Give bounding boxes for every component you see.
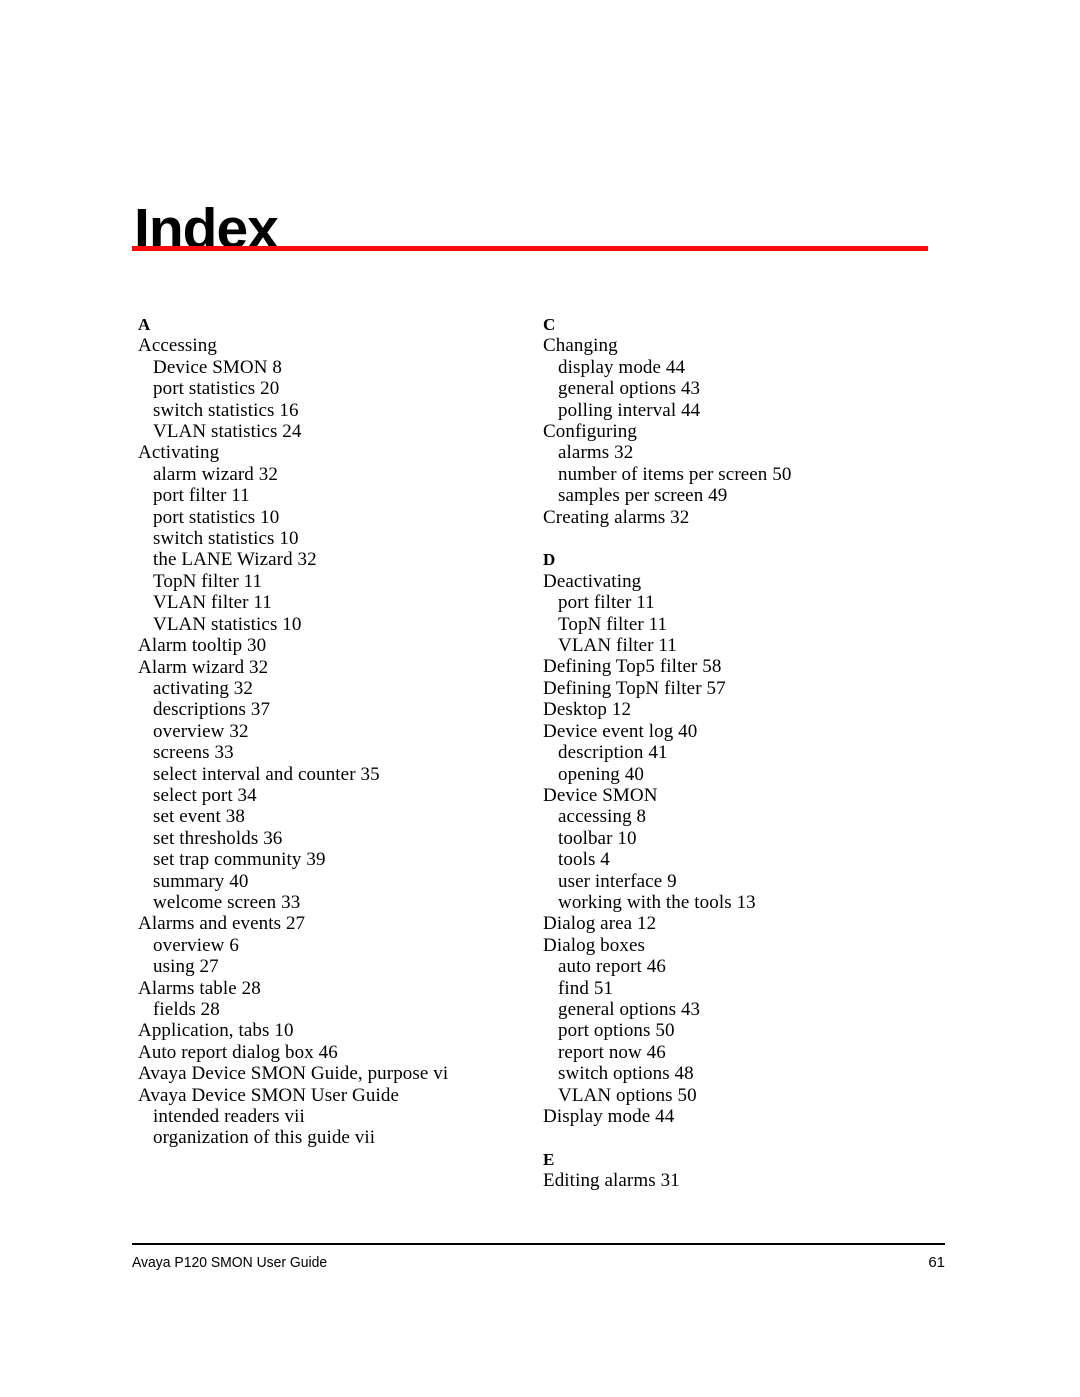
index-entry: Alarm tooltip 30 [138,635,267,657]
index-subentry: tools 4 [558,849,610,871]
index-subentry: TopN filter 11 [153,570,263,592]
index-entry: Activating [138,442,220,464]
index-subentry: screens 33 [153,742,234,764]
index-entry: Application, tabs 10 [138,1020,294,1042]
footer-page-number: 61 [928,1254,945,1271]
index-subentry: port statistics 10 [153,506,280,528]
index-subentry: report now 46 [558,1041,666,1063]
index-subentry: display mode 44 [558,356,686,378]
index-subentry: toolbar 10 [558,827,637,849]
index-entry: Alarms and events 27 [138,913,306,935]
footer-guide-title: Avaya P120 SMON User Guide [132,1254,328,1271]
index-subentry: fields 28 [153,999,220,1020]
index-entry: Changing [543,335,618,357]
index-subentry: Device SMON 8 [153,356,283,378]
index-entry: Dialog boxes [543,934,645,956]
title-accent-rule [132,246,928,251]
index-subentry: organization of this guide vii [153,1127,376,1149]
index-entry: Configuring [543,421,637,443]
index-subentry: port filter 11 [558,592,655,614]
index-subentry: find 51 [558,977,614,999]
index-subentry: alarms 32 [558,442,634,464]
index-entry: Device SMON [543,784,658,806]
index-subentry: port filter 11 [153,485,250,507]
footer-rule [132,1243,945,1245]
index-subentry: polling interval 44 [558,399,701,421]
index-subentry: set trap community 39 [153,849,326,871]
index-entry: Avaya Device SMON User Guide [138,1084,399,1106]
index-subentry: using 27 [153,956,219,978]
page-footer: Avaya P120 SMON User Guide 61 [132,1252,945,1276]
index-subentry: working with the tools 13 [558,891,756,913]
index-section-c: C Changing display mode 44 general options … [543,314,943,528]
index-entry: Deactivating [543,570,642,592]
index-subentry: select port 34 [153,784,257,806]
section-letter: A [138,315,151,334]
index-subentry: general options 43 [558,998,701,1020]
index-entry: Alarm wizard 32 [138,656,269,678]
index-column-right: C Changing display mode 44 general options … [543,314,943,1192]
index-column-left: A Accessing Device SMON 8 port statistics 2… [138,314,528,1149]
index-subentry: description 41 [558,742,668,764]
index-subentry: port statistics 20 [153,378,280,400]
index-entry: Avaya Device SMON Guide, purpose vi [138,1063,449,1085]
index-subentry: TopN filter 11 [558,613,668,635]
index-entry: Display mode 44 [543,1106,675,1128]
index-subentry: welcome screen 33 [153,891,301,913]
section-letter: E [543,1149,555,1169]
index-subentry: general options 43 [558,378,701,400]
index-entry: Creating alarms 32 [543,506,690,528]
index-subentry: VLAN filter 11 [558,635,677,657]
index-entry: Desktop 12 [543,699,632,721]
index-entry: Dialog area 12 [543,913,657,935]
index-subentry: VLAN statistics 24 [153,421,302,443]
index-subentry: switch statistics 16 [153,399,299,421]
index-entry: Defining Top5 filter 58 [543,656,722,678]
index-subentry: number of items per screen 50 [558,463,792,485]
index-subentry: overview 6 [153,934,239,956]
index-entry: Editing alarms 31 [543,1170,680,1192]
index-entry: Alarms table 28 [138,977,261,999]
index-subentry: switch options 48 [558,1063,694,1085]
index-subentry: overview 32 [153,720,249,742]
index-subentry: summary 40 [153,870,249,892]
index-section-e: E Editing alarms 31 [543,1149,943,1192]
index-subentry: activating 32 [153,677,253,699]
index-subentry: opening 40 [558,763,644,785]
index-subentry: VLAN statistics 10 [153,613,302,635]
index-subentry: the LANE Wizard 32 [153,549,317,571]
index-subentry: accessing 8 [558,806,647,828]
section-letter: D [543,550,556,570]
index-entry: Device event log 40 [543,720,698,742]
index-subentry: set event 38 [153,806,245,828]
index-subentry: select interval and counter 35 [153,763,380,785]
index-subentry: user interface 9 [558,870,677,892]
index-subentry: auto report 46 [558,956,666,978]
index-entry: Accessing [138,335,217,357]
index-subentry: set thresholds 36 [153,827,283,849]
index-section-d: D Deactivating port filter 11 TopN filter 1… [543,549,943,1127]
index-subentry: switch statistics 10 [153,528,299,550]
section-letter: C [543,315,556,334]
index-entry: Auto report dialog box 46 [138,1041,338,1063]
index-subentry: descriptions 37 [153,699,271,721]
index-subentry: port options 50 [558,1020,675,1042]
index-page: Index A Accessing Device SMON 8 port statis… [0,0,1080,1397]
index-subentry: alarm wizard 32 [153,463,278,485]
index-subentry: samples per screen 49 [558,485,728,507]
index-section-a: A Accessing Device SMON 8 port statistics 2… [138,314,528,1149]
index-entry: Defining TopN filter 57 [543,677,726,699]
index-subentry: intended readers vii [153,1106,305,1128]
index-subentry: VLAN options 50 [558,1084,697,1106]
index-subentry: VLAN filter 11 [153,592,272,614]
